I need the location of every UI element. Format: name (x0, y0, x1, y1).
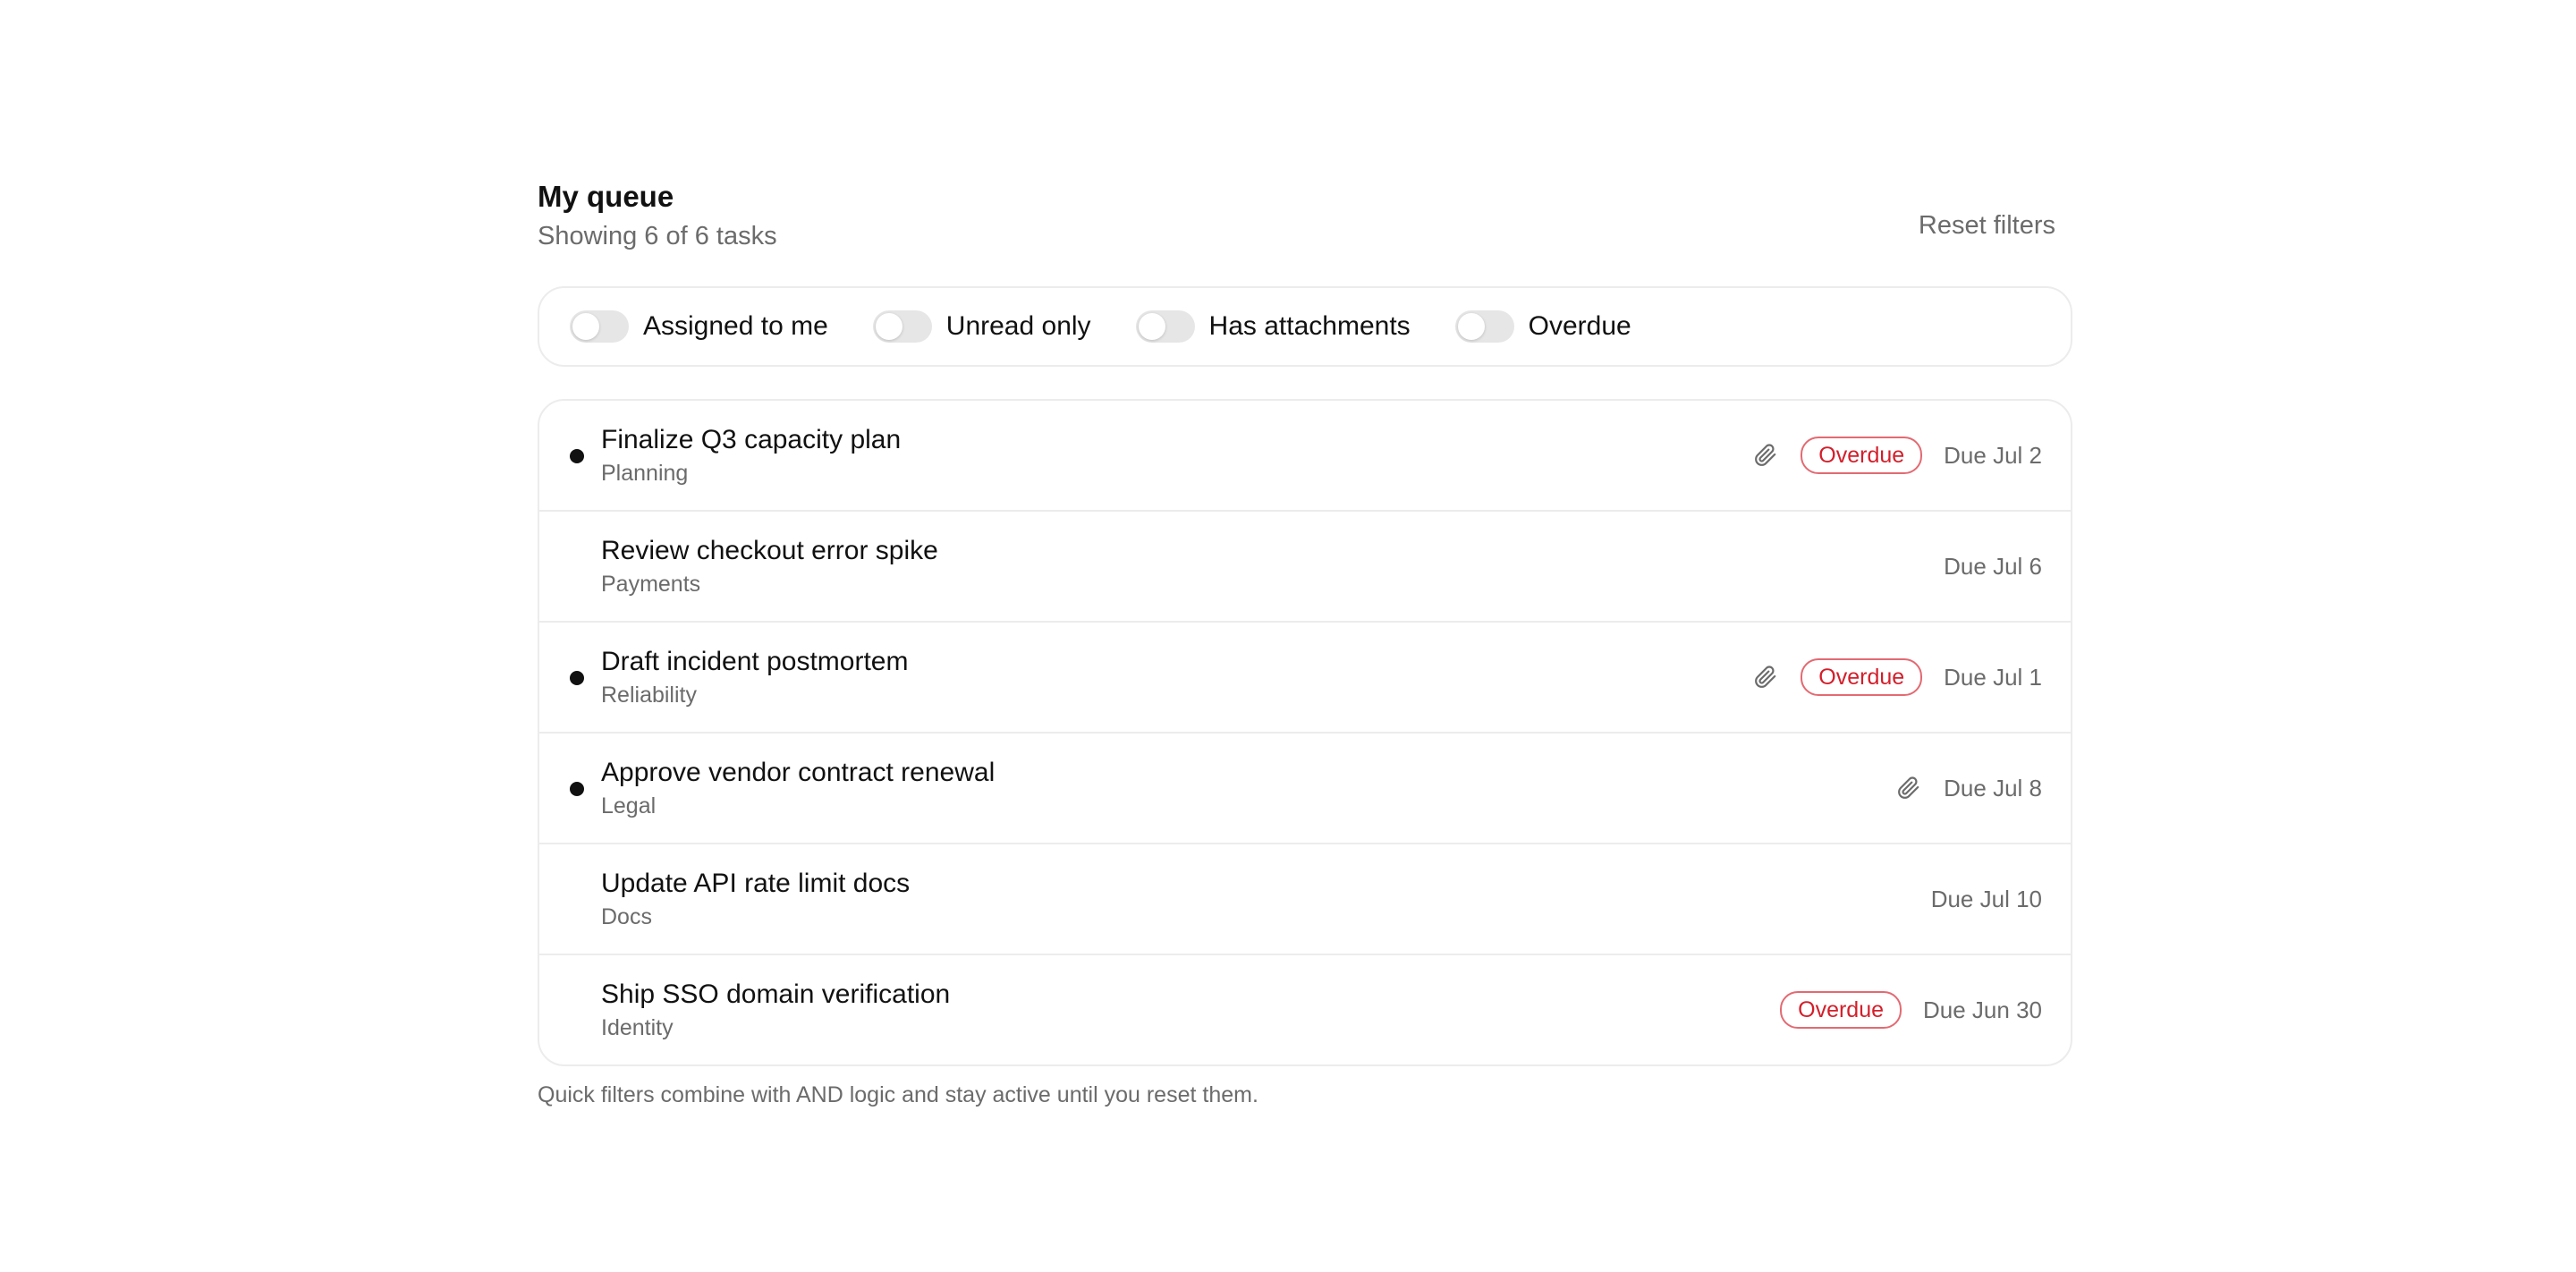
due-date: Due Jul 10 (1930, 886, 2042, 912)
task-title: Draft incident postmortem (601, 647, 909, 676)
task-title: Approve vendor contract renewal (601, 758, 996, 787)
toggle-knob (1457, 313, 1485, 340)
task-category: Identity (601, 1015, 674, 1040)
task-count: Showing 6 of 6 tasks (538, 222, 777, 250)
task-category: Planning (601, 461, 689, 486)
task-title: Update API rate limit docs (601, 869, 911, 898)
page: My queue Showing 6 of 6 tasks Reset filt… (0, 0, 2576, 1272)
filter-label: Unread only (945, 311, 1091, 341)
filter-label: Has attachments (1208, 311, 1411, 341)
toggle-switch[interactable] (570, 310, 629, 343)
task-meta: Overdue Due Jul 2 (1752, 401, 2042, 510)
paperclip-icon (1895, 775, 1922, 801)
queue-panel: My queue Showing 6 of 6 tasks Reset filt… (538, 175, 2074, 1107)
task-meta: Due Jul 10 (1931, 844, 2042, 954)
toggle-knob (1138, 313, 1165, 340)
task-row[interactable]: Ship SSO domain verification Identity Over… (539, 954, 2071, 1064)
task-category: Payments (601, 572, 701, 597)
filter-unread-only[interactable]: Unread only (872, 309, 1091, 344)
queue-header: My queue Showing 6 of 6 tasks Reset filt… (538, 175, 2074, 274)
page-title: My queue (538, 180, 674, 213)
filter-overdue[interactable]: Overdue (1454, 309, 1631, 344)
due-date: Due Jul 1 (1944, 664, 2042, 691)
task-meta: Due Jul 8 (1895, 734, 2042, 843)
filter-assigned-to-me[interactable]: Assigned to me (570, 309, 828, 344)
task-row[interactable]: Draft incident postmortem Reliability Over… (539, 621, 2071, 732)
unread-dot-icon (570, 449, 584, 463)
due-date: Due Jul 6 (1944, 553, 2042, 580)
due-date: Due Jul 8 (1944, 775, 2042, 801)
filter-has-attachments[interactable]: Has attachments (1135, 309, 1411, 344)
overdue-badge: Overdue (1801, 658, 1923, 696)
task-category: Reliability (601, 683, 697, 708)
task-title: Finalize Q3 capacity plan (601, 425, 902, 454)
due-date: Due Jun 30 (1923, 996, 2042, 1023)
toggle-knob (572, 313, 599, 340)
paperclip-icon (1752, 664, 1779, 691)
overdue-badge: Overdue (1801, 437, 1923, 474)
task-meta: Overdue Due Jun 30 (1780, 955, 2042, 1064)
unread-dot-icon (570, 671, 584, 685)
toggle-switch[interactable] (1135, 310, 1195, 343)
task-title: Review checkout error spike (601, 536, 938, 565)
toggle-switch[interactable] (1454, 310, 1514, 343)
reset-filters-button[interactable]: Reset filters (1919, 208, 2055, 243)
filter-label: Assigned to me (643, 311, 828, 341)
filter-label: Overdue (1528, 311, 1631, 341)
task-title: Ship SSO domain verification (601, 979, 951, 1009)
task-row[interactable]: Finalize Q3 capacity plan Planning Overdue… (539, 401, 2071, 510)
task-meta: Due Jul 6 (1944, 512, 2042, 621)
task-meta: Overdue Due Jul 1 (1752, 623, 2042, 732)
task-row[interactable]: Approve vendor contract renewal Legal Due … (539, 732, 2071, 843)
task-list: Finalize Q3 capacity plan Planning Overdue… (538, 399, 2072, 1066)
paperclip-icon (1752, 442, 1779, 469)
unread-dot-icon (570, 782, 584, 796)
task-category: Legal (601, 793, 657, 818)
task-row[interactable]: Update API rate limit docs Docs Due Jul 10 (539, 843, 2071, 954)
task-row[interactable]: Review checkout error spike Payments Due J… (539, 510, 2071, 621)
toggle-switch[interactable] (872, 310, 932, 343)
quick-filters-bar: Assigned to me Unread only Has attachmen… (538, 286, 2072, 367)
task-category: Docs (601, 904, 652, 929)
due-date: Due Jul 2 (1944, 442, 2042, 469)
overdue-badge: Overdue (1780, 991, 1902, 1029)
toggle-knob (875, 313, 902, 340)
filters-footnote: Quick filters combine with AND logic and… (538, 1082, 1258, 1107)
